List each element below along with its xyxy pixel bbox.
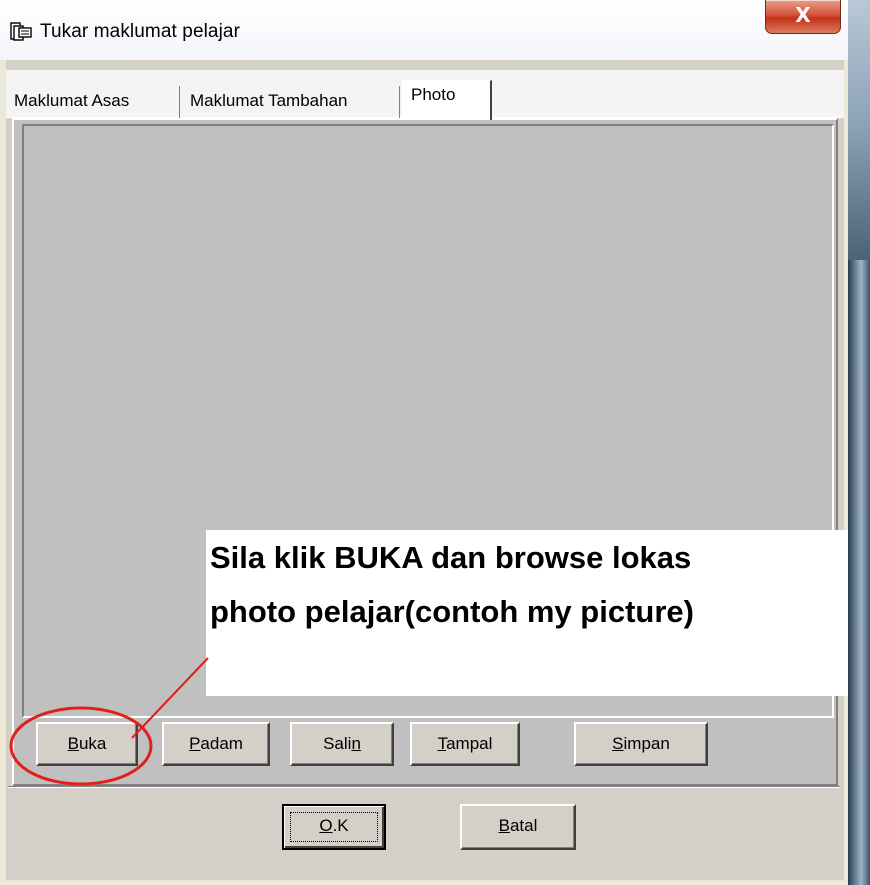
tampal-mnemonic: T xyxy=(437,734,447,753)
tab-maklumat-asas[interactable]: Maklumat Asas xyxy=(8,86,180,118)
tab-strip: Maklumat Asas Maklumat Tambahan Photo xyxy=(6,70,844,120)
tab-label: Photo xyxy=(411,85,456,104)
annotation-text-line-2: photo pelajar(contoh my picture) xyxy=(210,594,694,629)
tampal-label: ampal xyxy=(446,734,493,753)
footer-divider xyxy=(8,786,840,788)
salin-button[interactable]: Salin xyxy=(290,722,394,766)
buka-label: uka xyxy=(78,734,107,753)
salin-label: Sali xyxy=(323,734,352,753)
salin-mnemonic: n xyxy=(351,734,361,753)
ok-mnemonic: O xyxy=(319,816,333,835)
tab-label: Maklumat Tambahan xyxy=(190,91,348,110)
ok-button[interactable]: O.K xyxy=(282,804,386,850)
simpan-mnemonic: S xyxy=(612,734,624,753)
tab-maklumat-tambahan[interactable]: Maklumat Tambahan xyxy=(184,86,400,118)
window-frame-edge-top xyxy=(848,0,870,260)
buka-mnemonic: B xyxy=(67,734,79,753)
simpan-button[interactable]: Simpan xyxy=(574,722,708,766)
padam-button[interactable]: Padam xyxy=(162,722,270,766)
batal-label: atal xyxy=(509,816,538,835)
padam-mnemonic: P xyxy=(189,734,201,753)
annotation-text-line-1: Sila klik BUKA dan browse lokas xyxy=(210,540,692,575)
simpan-label: impan xyxy=(623,734,670,753)
window-title: Tukar maklumat pelajar xyxy=(40,21,241,42)
close-button[interactable]: X xyxy=(765,0,841,34)
buka-button[interactable]: Buka xyxy=(36,722,138,766)
tab-photo[interactable]: Photo xyxy=(402,80,492,120)
tab-label: Maklumat Asas xyxy=(14,91,130,110)
tampal-button[interactable]: Tampal xyxy=(410,722,520,766)
title-bar[interactable]: Tukar maklumat pelajar X xyxy=(0,0,848,60)
batal-mnemonic: B xyxy=(498,816,510,835)
ok-label: .K xyxy=(332,816,349,835)
app-icon xyxy=(10,22,32,41)
padam-label: adam xyxy=(200,734,243,753)
batal-button[interactable]: Batal xyxy=(460,804,576,850)
close-icon: X xyxy=(795,3,811,27)
